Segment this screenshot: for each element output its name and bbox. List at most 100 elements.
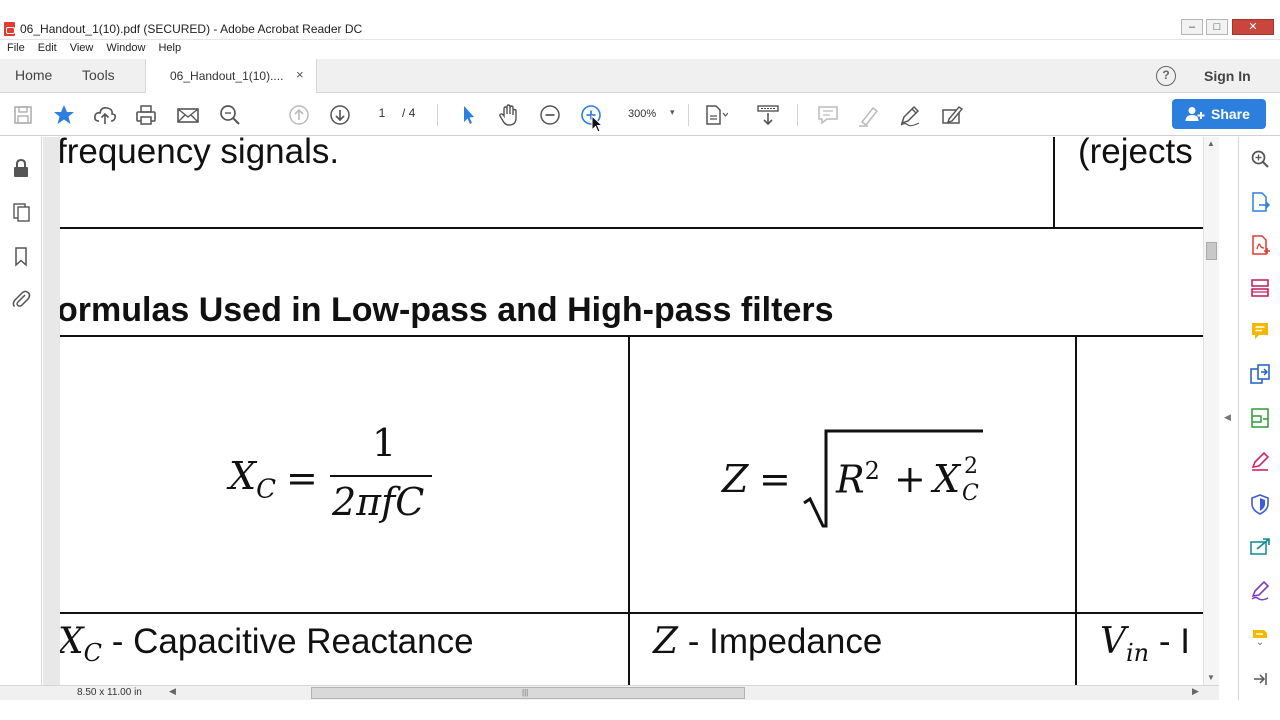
menu-help[interactable]: Help	[151, 41, 187, 54]
more-tools-chevron-icon[interactable]: ⌄	[1249, 637, 1271, 659]
pdf-page: frequency signals. (rejects ormulas Used…	[60, 137, 1203, 685]
formula-equals: =	[759, 457, 791, 501]
main-toolbar: 1 / 4 300% ▾ Share	[0, 94, 1280, 136]
formula-xc-symbol: X	[229, 454, 257, 498]
formula-denominator: 2πfC	[332, 480, 425, 524]
formula-r: R2	[836, 457, 880, 502]
tab-home[interactable]: Home	[15, 67, 52, 83]
pdf-app-icon	[4, 22, 15, 36]
toolbar-divider	[688, 104, 689, 126]
menu-window[interactable]: Window	[99, 41, 151, 54]
email-icon[interactable]	[175, 102, 201, 128]
collapse-right-pane-icon[interactable]: ◀	[1224, 412, 1231, 423]
upload-cloud-icon[interactable]	[92, 102, 118, 128]
definition-xc-symbol: X	[60, 621, 84, 662]
tab-close-icon[interactable]: ×	[296, 67, 304, 82]
send-track-icon[interactable]	[1249, 536, 1271, 558]
close-window-button[interactable]: ✕	[1232, 19, 1274, 35]
horizontal-scroll-thumb[interactable]: |||	[311, 687, 745, 699]
edit-pdf-icon[interactable]	[1249, 579, 1271, 601]
export-pdf-icon[interactable]	[1249, 191, 1271, 213]
menu-bar: File Edit View Window Help	[0, 41, 1280, 59]
title-bar: 06_Handout_1(10).pdf (SECURED) - Adobe A…	[0, 18, 1280, 40]
tab-document[interactable]: 06_Handout_1(10).... ×	[145, 59, 317, 93]
page-fit-icon[interactable]	[702, 102, 729, 128]
bookmark-star-icon[interactable]	[51, 102, 77, 128]
scroll-up-icon[interactable]: ▲	[1207, 139, 1215, 148]
scroll-mode-icon[interactable]	[755, 102, 781, 128]
horizontal-scrollbar[interactable]: 8.50 x 11.00 in ◀ ||| ▶	[0, 685, 1219, 700]
menu-edit[interactable]: Edit	[31, 41, 63, 54]
formula-plus: +	[894, 457, 926, 501]
select-arrow-icon[interactable]	[455, 102, 481, 128]
acrobat-window: 06_Handout_1(10).pdf (SECURED) - Adobe A…	[0, 0, 1280, 720]
hand-pan-icon[interactable]	[496, 102, 522, 128]
definition-xc-subscript: C	[83, 639, 103, 667]
scroll-left-icon[interactable]: ◀	[169, 686, 176, 697]
share-button[interactable]: Share	[1172, 99, 1266, 129]
sign-in-link[interactable]: Sign In	[1204, 68, 1251, 84]
toolbar-divider	[797, 104, 798, 126]
vertical-scroll-thumb[interactable]	[1206, 242, 1217, 260]
zoom-level-select[interactable]: 300% ▾	[620, 105, 682, 125]
save-icon[interactable]	[10, 102, 36, 128]
definition-z: Z - Impedance	[653, 621, 882, 662]
right-tools-pane: ⌄	[1238, 137, 1280, 700]
formula-equals: =	[286, 456, 318, 500]
menu-view[interactable]: View	[63, 41, 100, 54]
scroll-down-icon[interactable]: ▼	[1207, 673, 1215, 682]
combine-files-icon[interactable]	[1249, 363, 1271, 385]
search-zoom-icon[interactable]	[217, 102, 243, 128]
create-pdf-icon[interactable]	[1249, 234, 1271, 256]
section-heading: ormulas Used in Low-pass and High-pass f…	[60, 291, 834, 329]
lock-icon[interactable]	[10, 157, 32, 179]
print-icon[interactable]	[133, 102, 159, 128]
comment-icon[interactable]	[1249, 320, 1271, 342]
formula-x-subscript: C	[962, 481, 979, 506]
table-border	[1053, 137, 1055, 229]
compress-icon[interactable]	[1249, 407, 1271, 429]
definition-xc: XC - Capacitive Reactance	[60, 621, 474, 667]
maximize-button[interactable]: □	[1206, 19, 1228, 35]
minimize-button[interactable]: –	[1181, 19, 1203, 35]
fill-sign-icon[interactable]	[1249, 450, 1271, 472]
definition-vin-symbol: V	[1100, 621, 1126, 662]
mouse-cursor-icon	[591, 115, 603, 133]
definition-vin: Vin - I	[1100, 621, 1190, 667]
table-border	[60, 612, 1203, 614]
document-view[interactable]: frequency signals. (rejects ormulas Used…	[43, 137, 1203, 685]
zoom-level-value: 300%	[628, 108, 657, 120]
page-up-icon[interactable]	[286, 102, 312, 128]
pages-icon[interactable]	[10, 201, 32, 223]
page-down-icon[interactable]	[327, 102, 353, 128]
attachment-icon[interactable]	[10, 288, 32, 310]
scroll-right-icon[interactable]: ▶	[1192, 686, 1199, 697]
table-border	[628, 335, 630, 685]
comment-icon[interactable]	[815, 102, 841, 128]
page-number-input[interactable]: 1	[368, 106, 396, 124]
organize-pages-icon[interactable]	[1249, 277, 1271, 299]
help-icon[interactable]: ?	[1156, 66, 1176, 86]
definition-vin-text: - I	[1149, 622, 1190, 661]
definition-vin-subscript: in	[1126, 639, 1150, 667]
highlight-pen-icon[interactable]	[856, 102, 882, 128]
table-border	[1075, 335, 1077, 685]
protect-shield-icon[interactable]	[1249, 493, 1271, 515]
fill-sign-icon[interactable]	[939, 102, 965, 128]
definition-xc-text: - Capacitive Reactance	[102, 622, 474, 661]
formula-x: X	[933, 457, 961, 501]
bookmark-icon[interactable]	[10, 245, 32, 267]
expand-icon[interactable]	[1249, 668, 1271, 690]
vertical-scrollbar[interactable]: ▲ ▼	[1203, 137, 1219, 685]
window-title: 06_Handout_1(10).pdf (SECURED) - Adobe A…	[20, 22, 363, 36]
zoom-out-icon[interactable]	[537, 102, 563, 128]
search-zoom-icon[interactable]	[1249, 148, 1271, 170]
page-size-label: 8.50 x 11.00 in	[77, 687, 142, 698]
tab-tools[interactable]: Tools	[82, 67, 115, 83]
menu-file[interactable]: File	[0, 41, 31, 54]
cell-text-top-left: frequency signals.	[60, 137, 340, 171]
table-border	[60, 335, 1203, 337]
definition-z-symbol: Z	[653, 621, 679, 662]
sign-pen-icon[interactable]	[897, 102, 923, 128]
cell-text-top-right: (rejects	[1078, 137, 1193, 171]
